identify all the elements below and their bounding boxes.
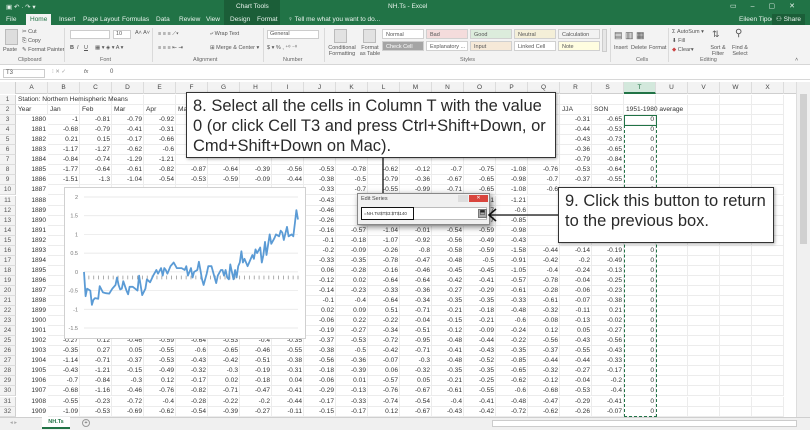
dialog-title: Edit Series xyxy=(361,196,388,202)
edit-series-dialog: Edit Series ✕ =NH.Ts!$T$3:$T$140 ⬒ xyxy=(357,193,490,225)
expand-dialog-button[interactable]: ⬒ xyxy=(478,209,487,218)
callout-step-9: 9. Click this button to return to the pr… xyxy=(558,187,774,243)
series-values-text: =NH.Ts!$T$3:$T$140 xyxy=(361,207,414,220)
dialog-minimize-button[interactable] xyxy=(458,195,468,202)
dialog-close-button[interactable]: ✕ xyxy=(469,195,488,202)
